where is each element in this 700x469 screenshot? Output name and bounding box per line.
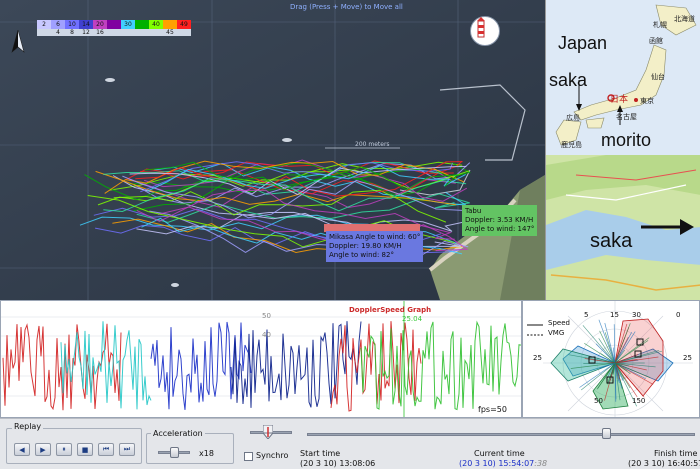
satellite-map[interactable]: 2 6 10 14 20 30 40 49 4 8 12 16 45 Drag (Press + Mo…	[0, 0, 545, 300]
color-scale-label: 12	[79, 29, 93, 36]
japan-title: Japan	[558, 33, 608, 53]
lighthouse-button[interactable]	[470, 16, 500, 46]
city-label: 鹿児島	[561, 141, 582, 149]
lighthouse-icon	[477, 17, 485, 38]
polar-legend-speed: Speed	[548, 319, 570, 327]
color-scale-cell: 20	[93, 20, 107, 29]
acceleration-value: x18	[199, 449, 214, 458]
app-window: 2 6 10 14 20 30 40 49 4 8 12 16 45 Drag (Press + Mo…	[0, 0, 700, 469]
color-scale-labels: 4 8 12 16 45	[37, 29, 191, 36]
city-label: 北海道	[674, 15, 695, 23]
drag-hint: Drag (Press + Move) to Move all	[290, 3, 403, 11]
tooltip-boat-tabu[interactable]: Tabu Doppler: 3.53 KM/H Angle to wind: 1…	[462, 205, 538, 236]
polar-ring-label: 25	[683, 354, 692, 362]
stop-button[interactable]: ■	[77, 443, 93, 456]
graph-tick-50: 50	[262, 312, 271, 320]
color-scale-label	[149, 29, 163, 36]
japan-label-saka: saka	[549, 70, 588, 90]
tooltip-tabu-angle: Angle to wind: 147°	[465, 225, 535, 233]
polar-ring-label: 5	[584, 311, 589, 319]
acceleration-slider-thumb[interactable]	[170, 447, 179, 458]
play-button[interactable]: ▶	[35, 443, 51, 456]
acceleration-label: Acceleration	[151, 429, 205, 438]
color-scale-legend: 2 6 10 14 20 30 40 49 4 8 12 16 45	[37, 20, 191, 36]
synchro-label: Synchro	[256, 451, 289, 460]
japan-label-nihon: 日本	[610, 95, 629, 105]
color-scale-cell: 6	[51, 20, 65, 29]
tooltip-tabu-title: Tabu	[465, 207, 482, 215]
finish-time-value: (20 3 10) 16:40:57	[628, 459, 700, 468]
color-scale-cell	[107, 20, 121, 29]
japan-overview-map: Japan saka morito 日本 札幌 北海道 函館 仙台 東京 名古屋…	[545, 0, 700, 155]
tooltip-blue-angle: Angle to wind: 82°	[329, 251, 394, 259]
replay-controls: Replay ◀ ▶ ⏸ ■ ⏮ ⏭ Acceleration x18 Sync…	[0, 418, 700, 469]
japan-label-morito: morito	[601, 130, 652, 150]
boat	[105, 78, 115, 82]
tooltip-boat-blue[interactable]: Mikasa Angle to wind: 60° Doppler: 19.80…	[326, 231, 424, 262]
tooltip-tabu-doppler: Doppler: 3.53 KM/H	[465, 216, 534, 224]
polar-ring-label: 30	[632, 311, 641, 319]
pause-button[interactable]: ⏸	[56, 443, 72, 456]
color-scale-label: 45	[163, 29, 177, 36]
color-scale-cell: 2	[37, 20, 51, 29]
graph-title: DopplerSpeed Graph	[349, 306, 432, 314]
step-back-button[interactable]: ◀	[14, 443, 30, 456]
graph-cursor-value: 25.04	[402, 315, 423, 323]
doppler-speed-graph[interactable]	[0, 300, 522, 418]
boat	[282, 138, 292, 142]
color-scale-label: 4	[51, 29, 65, 36]
timeline-slider-thumb[interactable]	[602, 428, 611, 439]
north-arrow-icon	[10, 30, 26, 54]
polar-ring-label: 25	[533, 354, 542, 362]
color-scale-cell: 40	[149, 20, 163, 29]
city-label: 広島	[566, 114, 580, 122]
city-label: 名古屋	[616, 113, 637, 121]
current-time-label: Current time	[474, 449, 525, 458]
city-label: 東京	[640, 97, 654, 105]
color-scale-label: 8	[65, 29, 79, 36]
color-scale-cell: 49	[177, 20, 191, 29]
graph-tick-40: 40	[262, 331, 271, 339]
start-time-value: (20 3 10) 13:08:06	[300, 459, 376, 468]
color-scale-cell: 10	[65, 20, 79, 29]
timeline-slider-track[interactable]	[307, 433, 695, 436]
scale-label: 200 meters	[355, 141, 390, 148]
color-scale-label: 16	[93, 29, 107, 36]
color-scale-row: 2 6 10 14 20 30 40 49	[37, 20, 191, 29]
boat	[171, 283, 179, 287]
polar-ring-label: 50	[594, 397, 603, 405]
current-time-value: (20 3 10) 15:54:07:38	[459, 459, 548, 468]
color-scale-cell: 14	[79, 20, 93, 29]
rewind-button[interactable]: ⏮	[98, 443, 114, 456]
city-label: 函館	[649, 37, 663, 45]
local-label-saka: saka	[590, 230, 633, 252]
start-time-label: Start time	[300, 449, 341, 458]
fast-forward-button[interactable]: ⏭	[119, 443, 135, 456]
city-label: 札幌	[653, 21, 667, 29]
color-scale-label	[121, 29, 135, 36]
map-canvas	[0, 0, 545, 300]
local-map-canvas	[546, 155, 700, 300]
color-scale-cell	[163, 20, 177, 29]
polar-ring-label: 15	[610, 311, 619, 319]
polar-ring-label: 0	[676, 311, 681, 319]
offset-slider-thumb[interactable]	[261, 424, 275, 440]
color-scale-label	[135, 29, 149, 36]
synchro-checkbox[interactable]	[244, 452, 253, 461]
polar-legend-vmg: VMG	[548, 329, 565, 337]
color-scale-cell	[135, 20, 149, 29]
replay-label: Replay	[12, 422, 44, 431]
polar-ring-label: 150	[632, 397, 646, 405]
local-area-map	[545, 155, 700, 300]
fps-label: fps=50	[478, 405, 507, 414]
color-scale-cell: 30	[121, 20, 135, 29]
finish-time-label: Finish time	[654, 449, 698, 458]
color-scale-label	[37, 29, 51, 36]
tooltip-blue-line1: Mikasa Angle to wind: 60°	[329, 233, 421, 241]
tooltip-blue-doppler: Doppler: 19.80 KM/H	[329, 242, 402, 250]
city-label: 仙台	[651, 73, 665, 81]
color-scale-label	[177, 29, 191, 36]
color-scale-label	[107, 29, 121, 36]
